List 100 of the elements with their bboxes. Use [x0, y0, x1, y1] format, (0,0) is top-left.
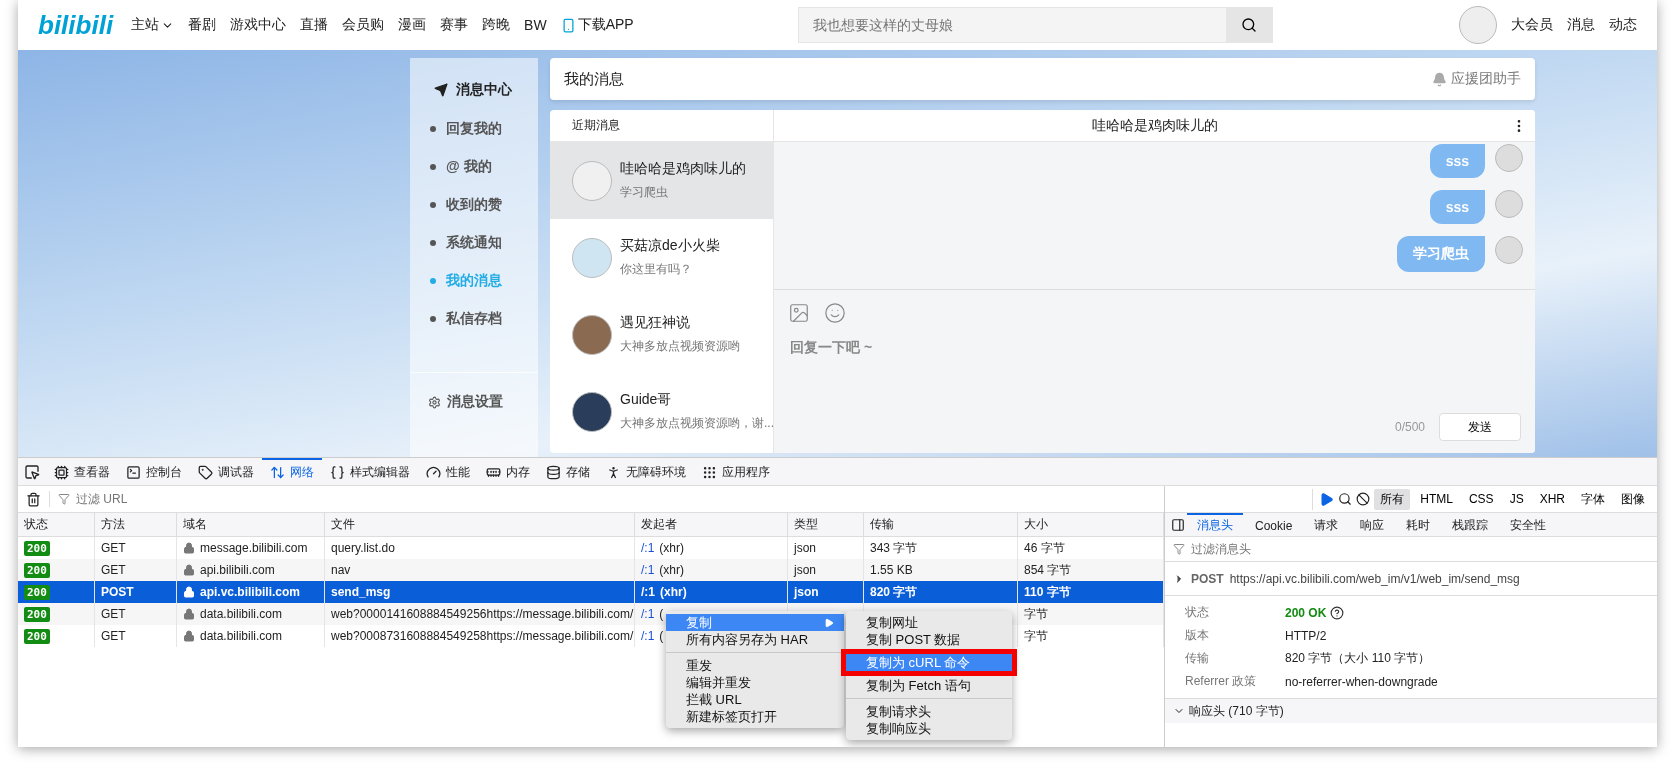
nav-link[interactable]: 会员购 [342, 16, 385, 34]
emoji-icon[interactable] [824, 302, 846, 324]
sidebar-item[interactable]: 私信存档 [410, 300, 538, 338]
status-tag: 200 [24, 540, 50, 556]
conversation-item[interactable]: 哇哈哈是鸡肉味儿的 学习爬虫 [550, 142, 773, 219]
search-icon[interactable] [1338, 492, 1353, 506]
column-header[interactable]: 传输 [864, 513, 1018, 536]
menu-item[interactable]: 复制 [666, 614, 844, 631]
type-filter[interactable]: 所有 [1374, 488, 1411, 510]
type-filter[interactable]: CSS [1462, 490, 1500, 508]
menu-item[interactable]: 编辑并重发 [666, 674, 844, 691]
menu-item[interactable]: 复制 POST 数据 [846, 631, 1012, 648]
menu-item[interactable]: 重发 [666, 657, 844, 674]
column-header[interactable]: 方法 [95, 513, 177, 536]
nav-link[interactable]: 下载APP [560, 16, 634, 34]
menu-item[interactable]: 复制响应头 [846, 720, 1012, 737]
devtools-tab[interactable]: 样式编辑器 [322, 458, 418, 485]
table-cell: (xhr) [659, 541, 684, 555]
nav-link[interactable]: BW [524, 17, 547, 33]
column-header[interactable]: 发起者 [635, 513, 788, 536]
devtools-tab[interactable]: 网络 [262, 458, 322, 485]
search-field[interactable]: 我也想要这样的丈母娘 [798, 8, 1226, 42]
details-tab[interactable]: 消息头 [1187, 513, 1243, 536]
help-icon[interactable] [1330, 605, 1345, 620]
initiator-link[interactable]: /:1 [641, 607, 655, 621]
details-tab[interactable]: 栈跟踪 [1442, 513, 1499, 536]
devtools-tab[interactable]: 控制台 [118, 458, 190, 485]
table-cell: web?0000141608884549256https://message.bilibili.com/ [331, 607, 634, 621]
type-filter[interactable]: XHR [1533, 490, 1571, 508]
menu-item[interactable]: 新建标签页打开 [666, 708, 844, 725]
sidebar-item[interactable]: 回复我的 [410, 110, 538, 148]
lock-icon [183, 608, 195, 620]
nav-link[interactable]: 直播 [300, 16, 329, 34]
column-header[interactable]: 文件 [325, 513, 635, 536]
settings-link[interactable]: 消息设置 [410, 372, 538, 411]
field-label: 版本 [1185, 627, 1210, 644]
table-cell: api.bilibili.com [200, 563, 275, 577]
devtools-tab[interactable]: 无障碍环境 [598, 458, 694, 485]
send-button[interactable]: 发送 [1439, 413, 1521, 441]
menu-item[interactable]: 复制为 Fetch 语句 [846, 677, 1012, 694]
helper-link[interactable]: 应援团助手 [1432, 70, 1521, 88]
table-cell: 820 字节 [870, 583, 918, 601]
initiator-link[interactable]: /:1 [641, 629, 655, 643]
devtools-tab[interactable]: 调试器 [190, 458, 262, 485]
image-icon[interactable] [788, 302, 810, 324]
details-tab[interactable]: 安全性 [1500, 513, 1557, 536]
details-tab[interactable]: 响应 [1350, 513, 1395, 536]
sidebar-item[interactable]: 系统通知 [410, 224, 538, 262]
nav-link[interactable]: 主站 [131, 16, 175, 34]
initiator-link[interactable]: /:1 [641, 563, 655, 577]
request-row[interactable]: 200 GET api.bilibili.com nav /:1 (xhr) json 1.55 KB 854 字节 [18, 559, 1164, 581]
table-cell: 字节 [1024, 627, 1048, 645]
header-filter-field[interactable]: 过滤消息头 [1189, 541, 1489, 557]
char-counter: 0/500 [1394, 420, 1425, 434]
sidebar-item[interactable]: 收到的赞 [410, 186, 538, 224]
nav-link[interactable]: 动态 [1609, 16, 1637, 34]
devtools-tab[interactable]: 性能 [418, 458, 478, 485]
database-icon [546, 465, 561, 480]
devtools-tab[interactable]: 应用程序 [694, 458, 778, 485]
devtools-tab[interactable]: 存储 [538, 458, 598, 485]
nav-link[interactable]: 跨晚 [482, 16, 511, 34]
menu-item[interactable]: 复制请求头 [846, 703, 1012, 720]
type-filter[interactable]: JS [1503, 490, 1530, 508]
sidebar-item[interactable]: @ 我的 [410, 148, 538, 186]
details-tab[interactable]: 请求 [1304, 513, 1349, 536]
panel-toggle-icon[interactable] [1171, 517, 1185, 532]
devtools-tab[interactable]: 查看器 [46, 458, 118, 485]
nav-link[interactable]: 游戏中心 [230, 16, 287, 34]
request-row[interactable]: 200 GET message.bilibili.com query.list.do /:1 (xhr) json 343 字节 46 字节 [18, 537, 1164, 559]
nav-link[interactable]: 赛事 [440, 16, 469, 34]
search-bar[interactable]: 我也想要这样的丈母娘 [797, 7, 1273, 43]
column-header[interactable]: 类型 [788, 513, 864, 536]
nav-link[interactable]: 消息 [1567, 16, 1595, 34]
reply-field[interactable]: 回复一下吧 ~ [788, 338, 1521, 356]
column-header[interactable]: 状态 [18, 513, 95, 536]
column-header[interactable]: 域名 [177, 513, 325, 536]
search-button[interactable] [1225, 8, 1272, 42]
nav-link[interactable]: 漫画 [398, 16, 427, 34]
trash-icon[interactable] [26, 491, 41, 507]
menu-item[interactable]: 所有内容另存为 HAR [666, 631, 844, 648]
picker-icon[interactable] [24, 463, 40, 480]
avatar [1495, 190, 1523, 218]
nav-link[interactable]: 番剧 [188, 16, 217, 34]
type-filter[interactable]: 字体 [1575, 488, 1611, 510]
play-icon[interactable] [1319, 491, 1335, 507]
details-tab[interactable]: 耗时 [1396, 513, 1441, 536]
filter-field[interactable]: 过滤 URL [74, 491, 374, 507]
initiator-link[interactable]: /:1 [641, 585, 655, 599]
block-icon[interactable] [1356, 492, 1371, 506]
menu-item[interactable]: 拦截 URL [666, 691, 844, 708]
nav-link[interactable]: 大会员 [1511, 16, 1553, 34]
section-header[interactable]: 响应头 (710 字节) [1165, 699, 1657, 723]
column-header[interactable]: 大小 [1018, 513, 1164, 536]
devtools-tab[interactable]: 内存 [478, 458, 538, 485]
type-filter[interactable]: HTML [1414, 490, 1459, 508]
type-filter[interactable]: 图像 [1615, 488, 1651, 510]
message-bubble: sss [1429, 190, 1485, 224]
initiator-link[interactable]: /:1 [641, 541, 655, 555]
request-row[interactable]: 200 POST api.vc.bilibili.com send_msg /:1 (xhr) json 820 字节 110 字节 [18, 581, 1164, 603]
details-tab[interactable]: Cookie [1245, 513, 1303, 536]
